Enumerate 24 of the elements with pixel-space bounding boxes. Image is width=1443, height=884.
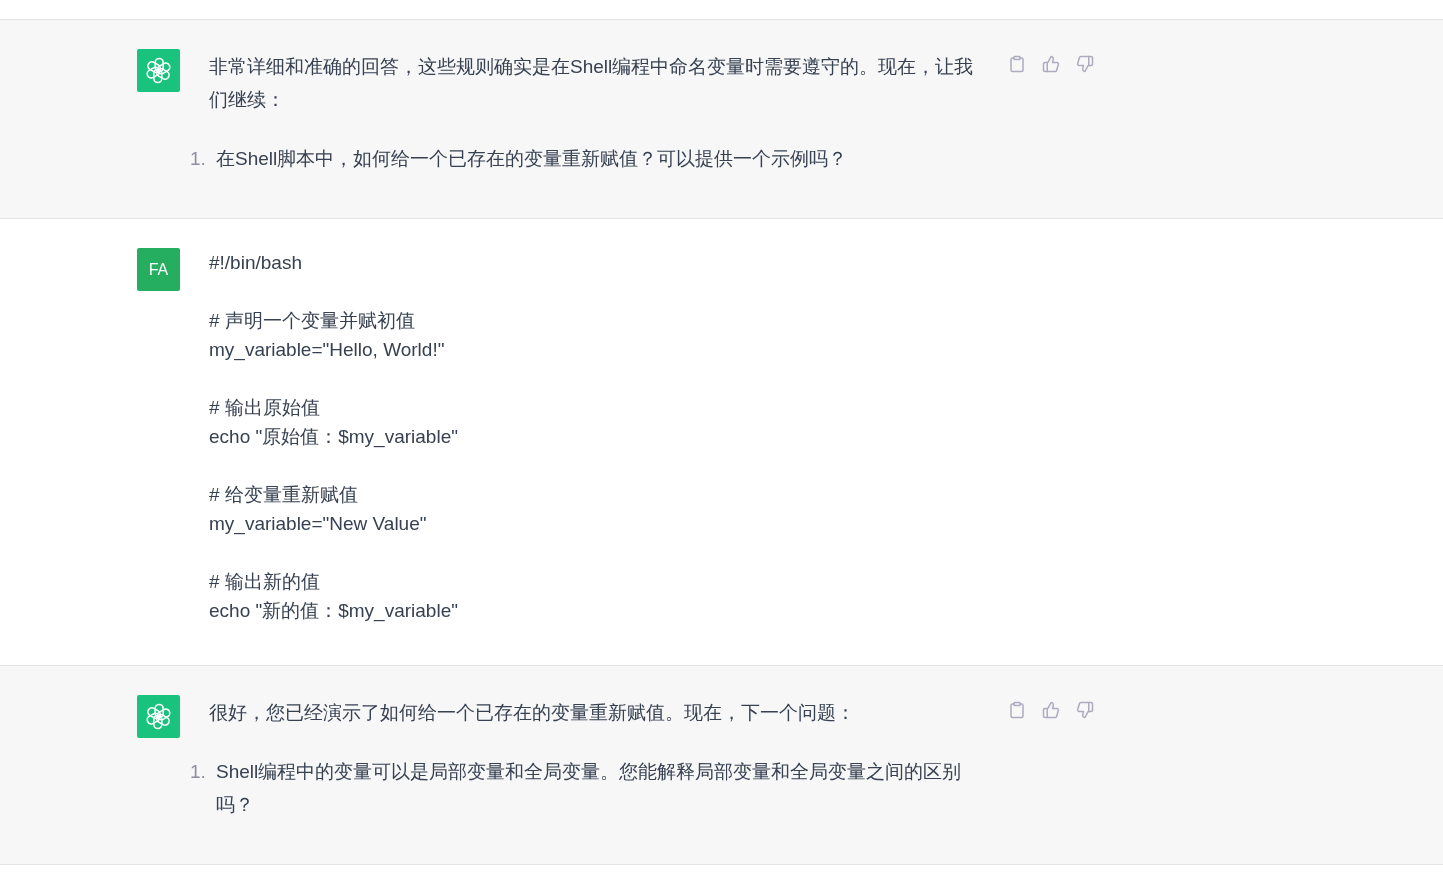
thumbs-up-icon[interactable] [1042,55,1060,73]
message-line: # 给变量重新赋值 [209,483,359,507]
thumbs-up-icon[interactable] [1042,701,1060,719]
message-line: my_variable="New Value" [209,512,428,537]
message-line: # 输出原始值 [209,396,321,420]
message-line: echo "原始值：$my_variable" [209,425,459,450]
clipboard-icon[interactable] [1008,701,1026,719]
message-line: my_variable="Hello, World!" [209,338,446,363]
list-number: 1. [190,760,207,784]
message-line: echo "新的值：$my_variable" [209,599,459,624]
list-number: 1. [190,147,207,171]
clipboard-icon[interactable] [1008,55,1026,73]
list-item-text: Shell编程中的变量可以是局部变量和全局变量。您能解释局部变量和全局变量之间的区别吗？ [216,760,963,817]
thumbs-down-icon[interactable] [1076,701,1094,719]
knot-logo-icon [137,695,180,738]
knot-logo-icon [137,49,180,92]
message-line: # 输出新的值 [209,570,321,594]
user-avatar: FA [137,248,180,291]
message-paragraph: 很好，您已经演示了如何给一个已存在的变量重新赋值。现在，下一个问题： [209,701,856,725]
message-line: # 声明一个变量并赋初值 [209,309,416,333]
list-item-text: 在Shell脚本中，如何给一个已存在的变量重新赋值？可以提供一个示例吗？ [216,147,849,171]
message-paragraph: 非常详细和准确的回答，这些规则确实是在Shell编程中命名变量时需要遵守的。现在，让我们继续： [209,55,975,112]
thumbs-down-icon[interactable] [1076,55,1094,73]
message-line: #!/bin/bash [209,251,303,275]
